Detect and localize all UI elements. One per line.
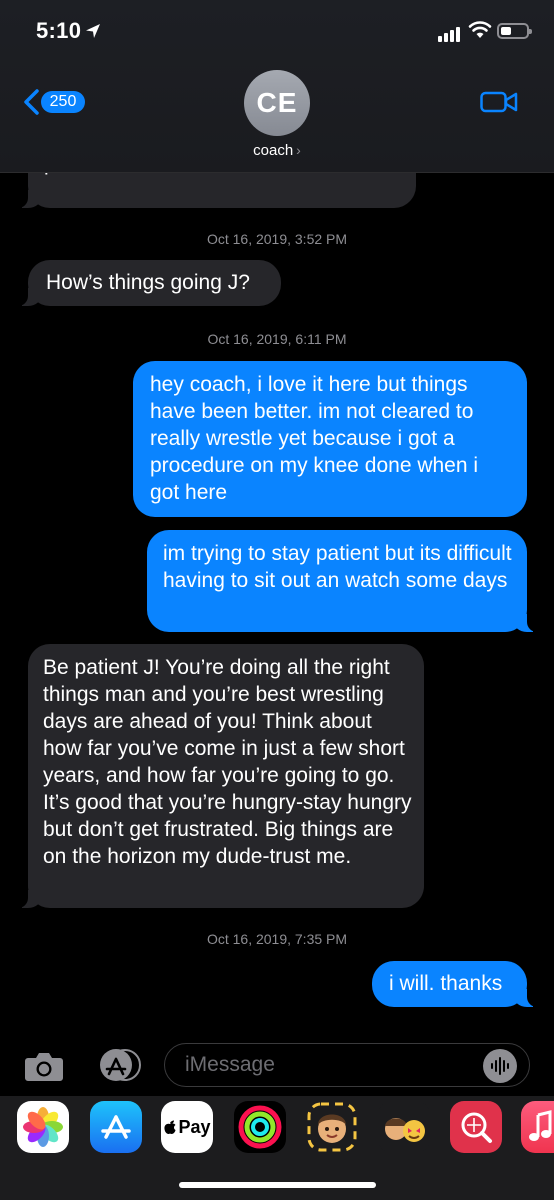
- apple-pay-icon[interactable]: Pay: [161, 1101, 213, 1153]
- message-timestamp: Oct 16, 2019, 3:52 PM: [206, 231, 348, 247]
- home-indicator[interactable]: [179, 1182, 376, 1188]
- music-icon[interactable]: [521, 1101, 554, 1153]
- contact-avatar[interactable]: CE: [244, 70, 310, 136]
- wifi-icon: [468, 21, 492, 38]
- back-unread-count[interactable]: 250: [41, 91, 85, 113]
- video-call-icon[interactable]: [480, 90, 518, 114]
- message-thread[interactable]: plans Oct 16, 2019, 3:52 PM How’s things…: [0, 172, 554, 1034]
- apple-pay-label: Pay: [178, 1116, 211, 1137]
- cellular-signal-icon: [438, 27, 460, 42]
- message-timestamp: Oct 16, 2019, 6:11 PM: [207, 331, 347, 347]
- contact-name[interactable]: coach ›: [0, 142, 554, 159]
- app-store-apps-icon[interactable]: [92, 1048, 142, 1082]
- location-arrow-icon: [86, 24, 100, 38]
- message-text: Be patient J! You’re doing all the right…: [43, 656, 412, 868]
- audio-message-icon[interactable]: [483, 1049, 517, 1083]
- avatar-initials: CE: [256, 87, 298, 118]
- message-bubble-incoming[interactable]: Be patient J! You’re doing all the right…: [18, 644, 424, 908]
- message-bubble-outgoing[interactable]: hey coach, i love it here but things hav…: [133, 361, 527, 517]
- app-store-icon[interactable]: [90, 1101, 142, 1153]
- contact-name-label: coach: [253, 142, 294, 159]
- imessage-placeholder: iMessage: [185, 1053, 275, 1076]
- chevron-right-icon: ›: [296, 142, 301, 158]
- back-chevron-icon[interactable]: [22, 88, 40, 116]
- message-bubble-outgoing[interactable]: i will. thanks: [372, 961, 537, 1007]
- activity-icon[interactable]: [234, 1101, 286, 1153]
- web-search-icon[interactable]: [450, 1101, 502, 1153]
- imessage-input[interactable]: iMessage: [164, 1043, 530, 1087]
- message-timestamp: Oct 16, 2019, 7:35 PM: [206, 931, 348, 947]
- status-time: 5:10: [36, 18, 82, 43]
- message-text: im trying to stay patient but its diffic…: [163, 542, 512, 592]
- photos-icon[interactable]: [17, 1101, 69, 1153]
- message-bubble-incoming[interactable]: plans: [18, 172, 416, 208]
- camera-icon[interactable]: [24, 1050, 64, 1082]
- conversation-header: 5:10 250 CE coach ›: [0, 0, 554, 173]
- animoji-icon[interactable]: [378, 1101, 430, 1153]
- message-text: hey coach, i love it here but things hav…: [150, 373, 479, 504]
- message-text: i will. thanks: [389, 972, 503, 995]
- battery-icon: [497, 23, 532, 39]
- message-text: How’s things going J?: [46, 271, 250, 294]
- message-bubble-outgoing[interactable]: im trying to stay patient but its diffic…: [147, 530, 537, 632]
- message-bubble-incoming[interactable]: How’s things going J?: [18, 260, 281, 306]
- memoji-icon[interactable]: [306, 1101, 358, 1153]
